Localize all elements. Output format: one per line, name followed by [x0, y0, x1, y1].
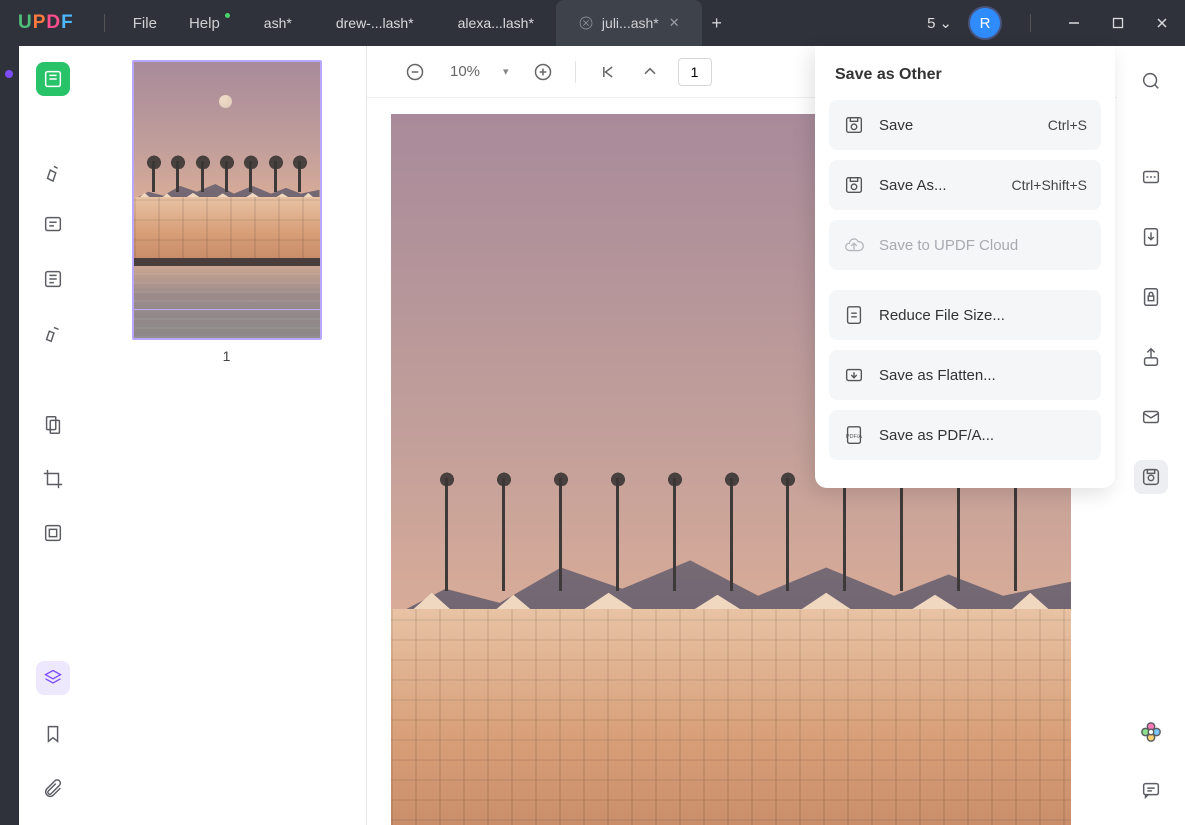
menu-item-save[interactable]: Save Ctrl+S — [829, 100, 1101, 150]
panel-title: Save as Other — [835, 66, 1095, 84]
tab-1[interactable]: ash* — [242, 0, 314, 46]
unsaved-icon — [578, 15, 594, 31]
menu-item-label: Save As... — [879, 177, 947, 194]
menu-item-save-pdfa[interactable]: PDF/A Save as PDF/A... — [829, 410, 1101, 460]
page-number-input[interactable] — [678, 58, 712, 86]
layers-button[interactable] — [36, 661, 70, 695]
separator — [1030, 14, 1031, 32]
window-minimize-button[interactable] — [1061, 10, 1087, 36]
zoom-dropdown-icon[interactable]: ▾ — [503, 65, 509, 78]
first-page-button[interactable] — [594, 58, 622, 86]
zoom-level[interactable]: 10% — [443, 63, 487, 80]
menu-item-label: Reduce File Size... — [879, 307, 1005, 324]
save-as-other-panel: Save as Other Save Ctrl+S Save As... Ctr… — [815, 46, 1115, 488]
prev-page-button[interactable] — [636, 58, 664, 86]
flatten-icon — [843, 364, 865, 386]
page-tools-button[interactable] — [36, 408, 70, 442]
email-button[interactable] — [1134, 400, 1168, 434]
ocr-button[interactable] — [1134, 160, 1168, 194]
title-right-controls: 5 ⌄ R — [927, 0, 1175, 46]
menu-item-label: Save — [879, 117, 913, 134]
window-count-value: 5 — [927, 15, 935, 32]
tab-2[interactable]: drew-...lash* — [314, 0, 436, 46]
menu-item-label: Save to UPDF Cloud — [879, 237, 1018, 254]
menu-item-shortcut: Ctrl+S — [1048, 117, 1087, 133]
save-as-other-button[interactable] — [1134, 460, 1168, 494]
menu-help[interactable]: Help — [173, 15, 236, 32]
left-rail — [19, 46, 87, 825]
crop-tool-button[interactable] — [36, 462, 70, 496]
search-button[interactable] — [1134, 64, 1168, 98]
menu-item-label: Save as Flatten... — [879, 367, 996, 384]
share-button[interactable] — [1134, 340, 1168, 374]
tab-label: drew-...lash* — [336, 15, 414, 31]
menu-item-label: Save as PDF/A... — [879, 427, 994, 444]
attachment-button[interactable] — [36, 773, 70, 807]
protect-button[interactable] — [1134, 280, 1168, 314]
highlight-tool-button[interactable] — [36, 154, 70, 188]
title-bar: UPDF File Help ash* drew-...lash* alexa.… — [0, 0, 1185, 46]
right-rail — [1117, 46, 1185, 825]
add-tab-button[interactable]: + — [702, 13, 732, 34]
save-icon — [843, 114, 865, 136]
thumbnail-page-number: 1 — [132, 348, 322, 364]
zoom-out-button[interactable] — [401, 58, 429, 86]
separator — [104, 14, 105, 32]
tab-3[interactable]: alexa...lash* — [436, 0, 556, 46]
tab-label: ash* — [264, 15, 292, 31]
menu-item-save-cloud[interactable]: Save to UPDF Cloud — [829, 220, 1101, 270]
window-count[interactable]: 5 ⌄ — [927, 14, 952, 32]
bookmark-button[interactable] — [36, 717, 70, 751]
redact-tool-button[interactable] — [36, 516, 70, 550]
menu-item-save-as[interactable]: Save As... Ctrl+Shift+S — [829, 160, 1101, 210]
edit-text-tool-button[interactable] — [36, 262, 70, 296]
tab-4-active[interactable]: juli...ash* ✕ — [556, 0, 702, 46]
tab-label: alexa...lash* — [458, 15, 534, 31]
menu-item-save-flatten[interactable]: Save as Flatten... — [829, 350, 1101, 400]
comment-tool-button[interactable] — [36, 208, 70, 242]
cloud-upload-icon — [843, 234, 865, 256]
pdfa-icon: PDF/A — [843, 424, 865, 446]
menu-item-shortcut: Ctrl+Shift+S — [1012, 177, 1087, 193]
app-logo: UPDF — [18, 12, 74, 34]
thumbnails-panel: 1 — [87, 46, 367, 825]
close-tab-icon[interactable]: ✕ — [669, 15, 680, 31]
tab-label: juli...ash* — [602, 15, 659, 31]
convert-button[interactable] — [1134, 220, 1168, 254]
separator — [575, 61, 576, 83]
compress-icon — [843, 304, 865, 326]
page-thumbnail-1[interactable] — [132, 60, 322, 340]
ai-assistant-button[interactable] — [1134, 715, 1168, 749]
fill-sign-tool-button[interactable] — [36, 316, 70, 350]
reader-mode-button[interactable] — [36, 62, 70, 96]
accent-dot-icon — [5, 70, 13, 78]
zoom-in-button[interactable] — [529, 58, 557, 86]
svg-text:PDF/A: PDF/A — [846, 434, 863, 440]
document-tabs: ash* drew-...lash* alexa...lash* juli...… — [242, 0, 732, 46]
window-maximize-button[interactable] — [1105, 10, 1131, 36]
save-as-icon — [843, 174, 865, 196]
menu-file[interactable]: File — [117, 15, 173, 32]
menu-item-reduce-size[interactable]: Reduce File Size... — [829, 290, 1101, 340]
user-avatar[interactable]: R — [970, 8, 1000, 38]
chevron-down-icon: ⌄ — [939, 14, 952, 32]
comments-list-button[interactable] — [1134, 773, 1168, 807]
window-close-button[interactable] — [1149, 10, 1175, 36]
